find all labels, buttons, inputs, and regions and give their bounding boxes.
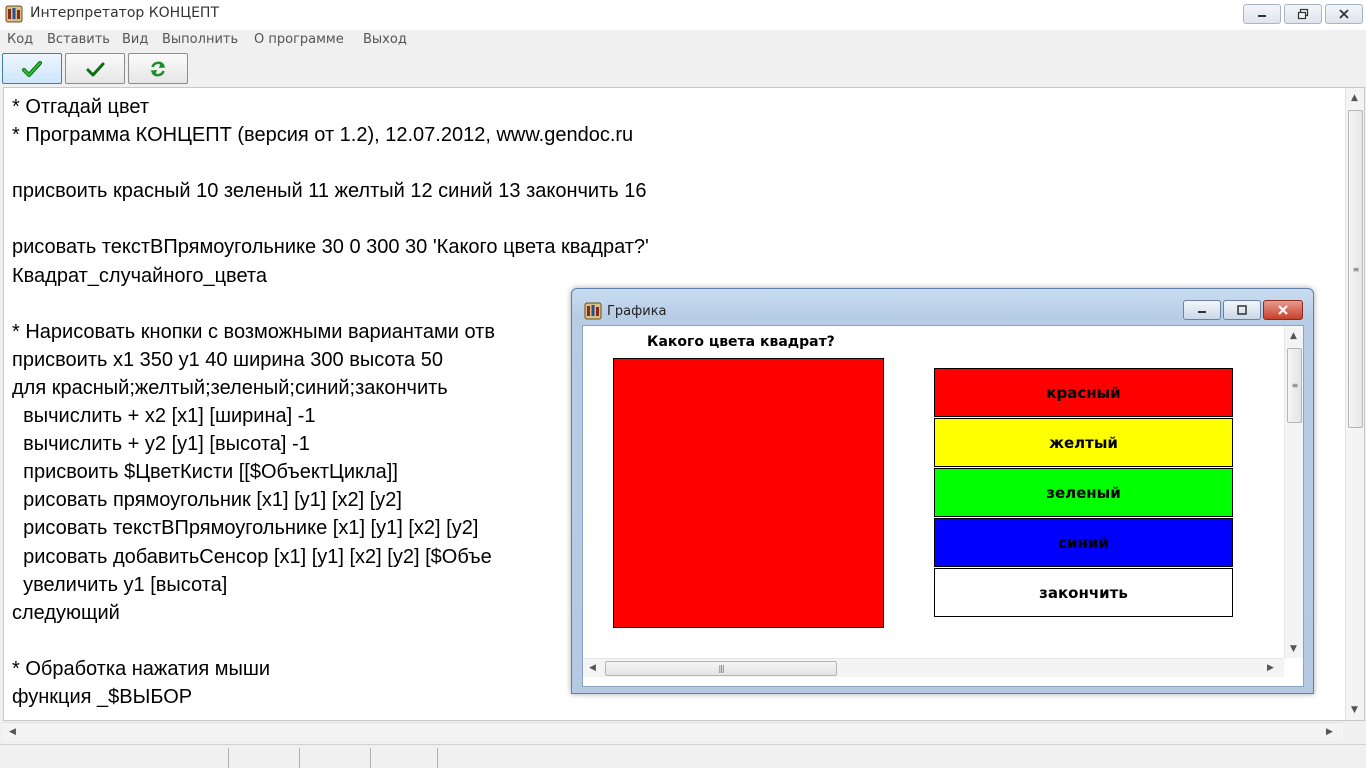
graphics-vertical-scrollbar[interactable]: ▲ ≡ ▼ <box>1284 326 1303 658</box>
choice-button-finish[interactable]: закончить <box>934 568 1233 617</box>
scroll-right-arrow-icon[interactable]: ▶ <box>1267 663 1274 673</box>
menu-code[interactable]: Код <box>7 32 33 47</box>
choice-button-blue[interactable]: синий <box>934 518 1233 567</box>
code-line[interactable]: рисовать текстВПрямоугольнике 30 0 300 3… <box>12 233 1342 261</box>
editor-vertical-scroll-thumb[interactable]: ≡ <box>1348 110 1363 428</box>
minimize-icon <box>1198 311 1206 313</box>
choice-button-green[interactable]: зеленый <box>934 468 1233 517</box>
concept-app-icon <box>5 5 23 23</box>
check-button[interactable] <box>65 53 125 84</box>
menu-about[interactable]: О программе <box>254 32 344 47</box>
grip-icon: ||| <box>718 664 724 673</box>
status-separator <box>228 748 229 768</box>
graphics-maximize-button[interactable] <box>1223 300 1261 320</box>
refresh-button[interactable] <box>128 53 188 84</box>
code-line[interactable]: Квадрат_случайного_цвета <box>12 262 1342 290</box>
graphics-heading: Какого цвета квадрат? <box>647 334 835 350</box>
status-separator <box>370 748 371 768</box>
editor-horizontal-scrollbar[interactable]: ◀ ▶ <box>3 722 1343 741</box>
choice-button-red[interactable]: красный <box>934 368 1233 417</box>
maximize-icon <box>1237 305 1247 315</box>
menu-view[interactable]: Вид <box>122 32 148 47</box>
close-icon <box>1278 305 1288 315</box>
scroll-down-arrow-icon[interactable]: ▼ <box>1351 705 1358 715</box>
scroll-up-arrow-icon[interactable]: ▲ <box>1351 93 1358 103</box>
grip-icon: ≡ <box>1352 264 1360 274</box>
code-line[interactable] <box>12 205 1342 233</box>
close-icon <box>1339 9 1349 19</box>
menu-run[interactable]: Выполнить <box>162 32 238 47</box>
code-line[interactable]: * Отгадай цвет <box>12 93 1342 121</box>
menu-insert[interactable]: Вставить <box>47 32 110 47</box>
scroll-left-arrow-icon[interactable]: ◀ <box>589 663 596 673</box>
graphics-minimize-button[interactable] <box>1183 300 1221 320</box>
graphics-window-title: Графика <box>607 304 667 319</box>
menu-exit[interactable]: Выход <box>363 32 407 47</box>
random-color-square <box>613 358 884 628</box>
window-title: Интерпретатор КОНЦЕПТ <box>30 5 220 21</box>
menu-bar: Код Вставить Вид Выполнить О программе В… <box>0 30 1366 50</box>
graphics-vertical-scroll-thumb[interactable]: ≡ <box>1287 348 1302 423</box>
scroll-up-arrow-icon[interactable]: ▲ <box>1290 331 1297 341</box>
minimize-icon <box>1258 15 1266 17</box>
scrollbar-corner <box>1343 722 1366 741</box>
main-title-bar: Интерпретатор КОНЦЕПТ <box>0 0 1366 30</box>
graphics-window[interactable]: Графика Какого цвета квадрат? красный же… <box>571 288 1314 694</box>
concept-app-icon <box>584 302 602 320</box>
grip-icon: ≡ <box>1291 381 1299 390</box>
graphics-close-button[interactable] <box>1263 300 1303 320</box>
run-check-button[interactable] <box>2 53 62 84</box>
choice-button-yellow[interactable]: желтый <box>934 418 1233 467</box>
scroll-down-arrow-icon[interactable]: ▼ <box>1290 644 1297 654</box>
status-bar <box>0 744 1366 768</box>
green-check-icon <box>22 60 42 77</box>
code-line[interactable] <box>12 149 1342 177</box>
minimize-button[interactable] <box>1243 4 1281 24</box>
scroll-right-arrow-icon[interactable]: ▶ <box>1326 727 1333 737</box>
graphics-canvas[interactable]: Какого цвета квадрат? красный желтый зел… <box>582 325 1304 687</box>
graphics-horizontal-scroll-thumb[interactable]: ||| <box>605 661 837 676</box>
graphics-horizontal-scrollbar[interactable]: ◀ ||| ▶ <box>583 658 1284 677</box>
close-button[interactable] <box>1325 4 1363 24</box>
restore-button[interactable] <box>1284 4 1322 24</box>
status-separator <box>299 748 300 768</box>
scroll-left-arrow-icon[interactable]: ◀ <box>9 727 16 737</box>
refresh-icon <box>150 61 166 76</box>
toolbar <box>0 51 1366 85</box>
green-check-icon <box>86 62 105 76</box>
code-line[interactable]: присвоить красный 10 зеленый 11 желтый 1… <box>12 177 1342 205</box>
restore-icon <box>1297 8 1309 20</box>
status-separator <box>437 748 438 768</box>
code-line[interactable]: * Программа КОНЦЕПТ (версия от 1.2), 12.… <box>12 121 1342 149</box>
editor-vertical-scrollbar[interactable]: ▲ ≡ ▼ <box>1345 88 1364 720</box>
